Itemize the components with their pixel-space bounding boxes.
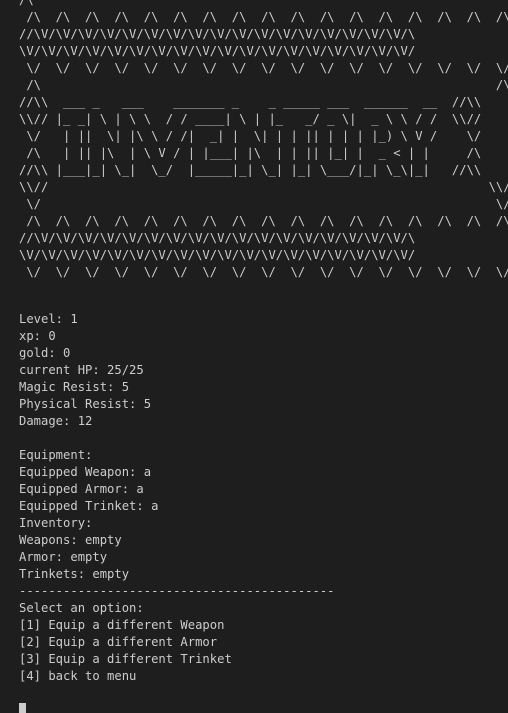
- banner-line: \/ \/ \/ \/ \/ \/ \/ \/ \/ \/ \/ \/ \/ \…: [19, 265, 508, 279]
- banner-line: //\V/\V/\V/\V/\V/\V/\V/\V/\V/\V/\V/\V/\V…: [19, 27, 416, 41]
- terminal-cursor[interactable]: [19, 703, 26, 713]
- inventory-header: Inventory:: [19, 516, 93, 530]
- damage-stat: Damage: 12: [19, 414, 93, 428]
- ascii-banner-inventory: /\ /\ /\ /\ /\ /\ /\ /\ /\ /\ /\ /\ /\ /…: [19, 0, 508, 281]
- gold-stat: gold: 0: [19, 346, 71, 360]
- divider: ----------------------------------------…: [19, 584, 335, 598]
- menu-prompt: Select an option:: [19, 601, 144, 615]
- banner-line: /\ /\: [19, 78, 508, 92]
- inventory-weapons: Weapons: empty: [19, 533, 122, 547]
- physical-resist-stat: Physical Resist: 5: [19, 397, 152, 411]
- menu-option-equip-weapon: [1] Equip a different Weapon: [19, 618, 225, 632]
- banner-line: /\ | || |\ | \ V / | |___| |\ | | || |_|…: [19, 146, 482, 160]
- menu-option-equip-armor: [2] Equip a different Armor: [19, 635, 218, 649]
- current-hp-stat: current HP: 25/25: [19, 363, 144, 377]
- player-info: Level: 1 xp: 0 gold: 0 current HP: 25/25…: [19, 311, 335, 685]
- banner-line: /\ /\ /\ /\ /\ /\ /\ /\ /\ /\ /\ /\ /\ /…: [19, 10, 508, 24]
- level-stat: Level: 1: [19, 312, 78, 326]
- equipped-armor: Equipped Armor: a: [19, 482, 144, 496]
- banner-line: /\: [19, 0, 34, 7]
- banner-line: \\// |_ _| \ | \ \ / / ____| \ | |_ _/ _…: [19, 112, 482, 126]
- equipment-header: Equipment:: [19, 448, 93, 462]
- banner-line: \/ \/: [19, 197, 508, 211]
- equipped-weapon: Equipped Weapon: a: [19, 465, 152, 479]
- banner-line: \/ \/ \/ \/ \/ \/ \/ \/ \/ \/ \/ \/ \/ \…: [19, 61, 508, 75]
- banner-line: //\\ |___|_| \_| \_/ |_____|_| \_| |_| \…: [19, 163, 482, 177]
- xp-stat: xp: 0: [19, 329, 56, 343]
- menu-option-equip-trinket: [3] Equip a different Trinket: [19, 652, 232, 666]
- terminal-output: /\ /\ /\ /\ /\ /\ /\ /\ /\ /\ /\ /\ /\ /…: [0, 0, 508, 713]
- banner-line: \V/\V/\V/\V/\V/\V/\V/\V/\V/\V/\V/\V/\V/\…: [19, 44, 416, 58]
- banner-line: /\ /\ /\ /\ /\ /\ /\ /\ /\ /\ /\ /\ /\ /…: [19, 214, 508, 228]
- inventory-armor: Armor: empty: [19, 550, 108, 564]
- banner-line: \V/\V/\V/\V/\V/\V/\V/\V/\V/\V/\V/\V/\V/\…: [19, 248, 416, 262]
- banner-line: \/ | || \| |\ \ / /| _| | \| | | || | | …: [19, 129, 482, 143]
- banner-line: //\\ ___ _ ___ _______ _ _ _____ ___ ___…: [19, 95, 482, 109]
- inventory-trinkets: Trinkets: empty: [19, 567, 130, 581]
- magic-resist-stat: Magic Resist: 5: [19, 380, 130, 394]
- menu-option-back-to-menu: [4] back to menu: [19, 669, 137, 683]
- banner-line: \\// \\//: [19, 180, 508, 194]
- banner-line: //\V/\V/\V/\V/\V/\V/\V/\V/\V/\V/\V/\V/\V…: [19, 231, 416, 245]
- equipped-trinket: Equipped Trinket: a: [19, 499, 159, 513]
